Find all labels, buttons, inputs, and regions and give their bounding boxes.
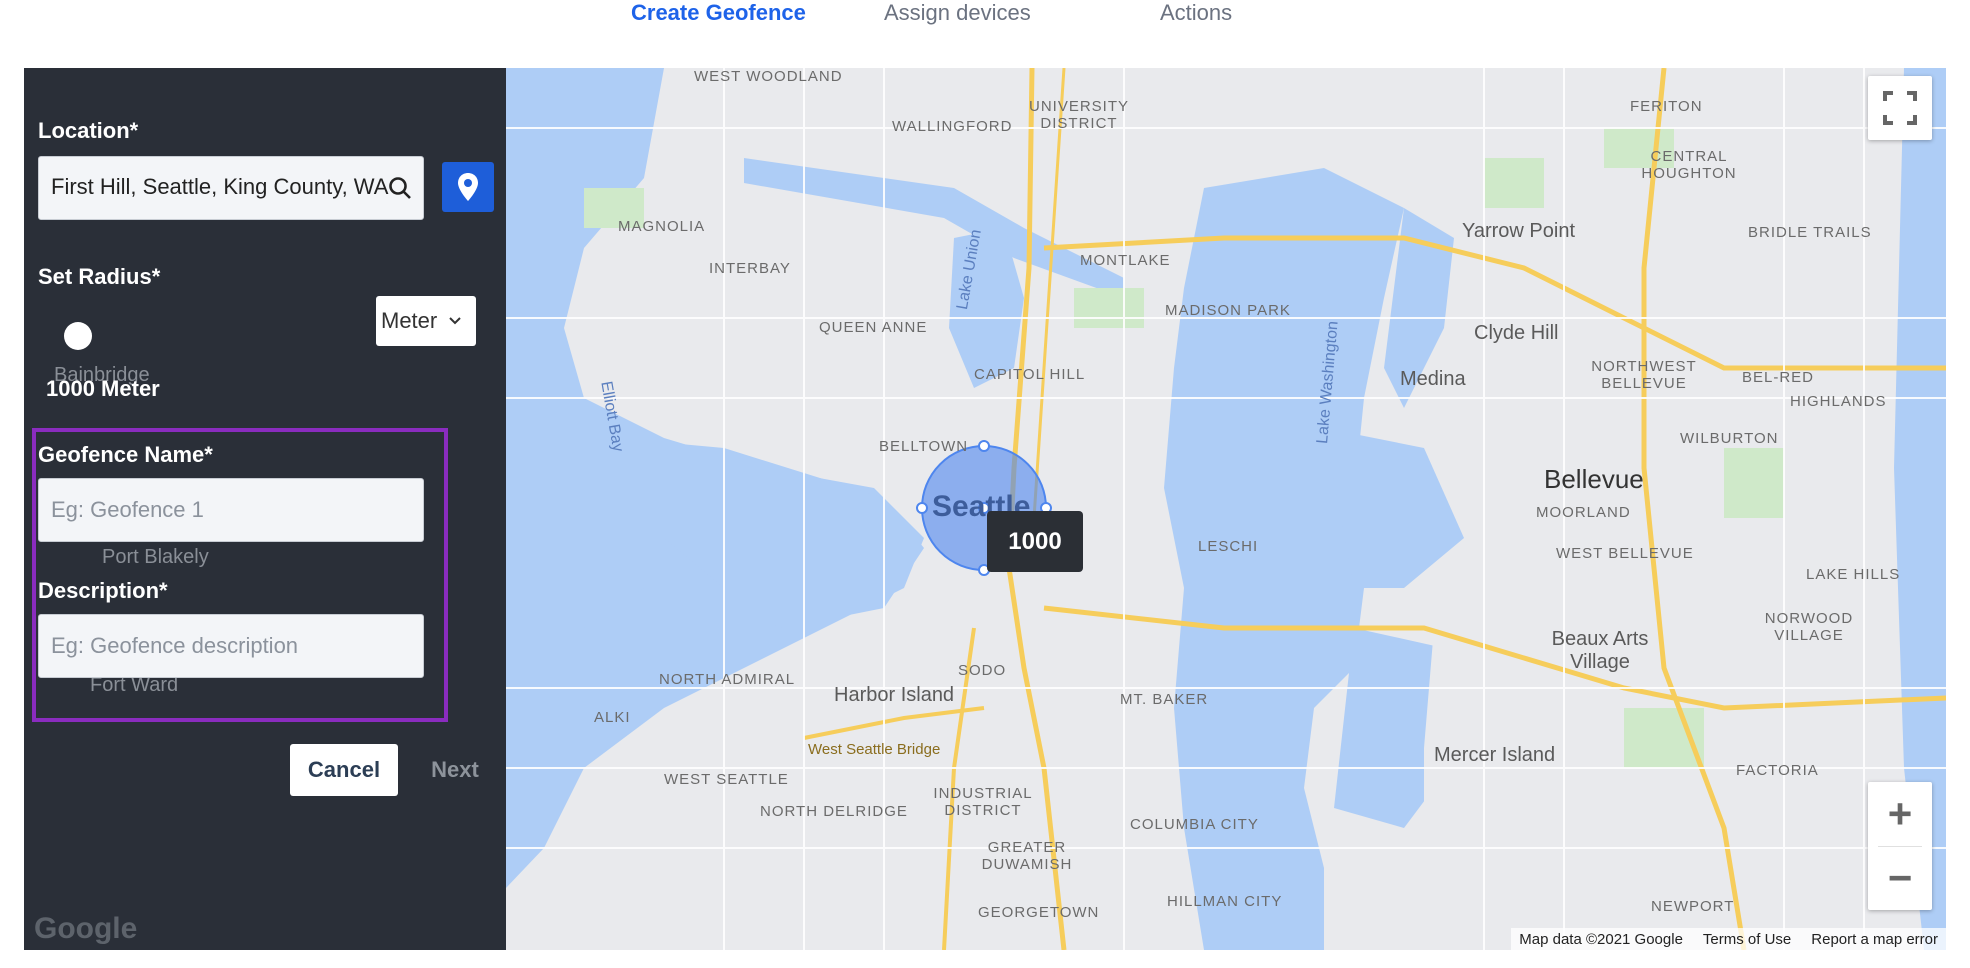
map-label-queen-anne: QUEEN ANNE xyxy=(819,319,928,336)
map-label-medina: Medina xyxy=(1400,368,1466,390)
search-icon[interactable] xyxy=(387,175,413,201)
map-label-hillman-city: HILLMAN CITY xyxy=(1167,893,1283,910)
map-label-montlake: MONTLAKE xyxy=(1080,252,1171,269)
fullscreen-button[interactable] xyxy=(1868,76,1932,140)
map-label-wilburton: WILBURTON xyxy=(1680,430,1779,447)
radius-tooltip-value: 1000 xyxy=(1008,527,1062,555)
map-label-moorland: MOORLAND xyxy=(1536,504,1631,521)
geofence-name-field[interactable] xyxy=(38,478,424,542)
google-logo: Google xyxy=(34,912,138,945)
map-label-industrial-district: INDUSTRIAL DISTRICT xyxy=(933,785,1033,819)
map-stage: MAGNOLIA INTERBAY QUEEN ANNE CAPITOL HIL… xyxy=(24,68,1946,950)
zoom-out-icon: − xyxy=(1887,854,1913,901)
geofence-form-panel: Bainbridge Port Blakely Fort Ward Google… xyxy=(24,68,506,950)
map-label-belltown: BELLTOWN xyxy=(879,438,969,455)
map-label-greater-duwamish: GREATER DUWAMISH xyxy=(981,839,1073,873)
map-label-north-delridge: NORTH DELRIDGE xyxy=(760,803,908,820)
map-label-bellevue: Bellevue xyxy=(1544,464,1644,494)
map-label-sodo: SODO xyxy=(958,662,1007,679)
map-label-bel-red: BEL-RED xyxy=(1742,369,1815,386)
map-pin-icon xyxy=(458,173,478,201)
tab-assign-devices[interactable]: Assign devices xyxy=(884,0,1031,26)
map-label-columbia-city: COLUMBIA CITY xyxy=(1130,816,1259,833)
radius-value-text: 1000 Meter xyxy=(46,376,160,401)
map-label-newport: NEWPORT xyxy=(1651,898,1735,915)
map-label-beaux-arts: Beaux Arts Village xyxy=(1551,628,1649,673)
location-input[interactable]: First Hill, Seattle, King County, WA xyxy=(38,156,424,220)
map-label-west-woodland: WEST WOODLAND xyxy=(694,68,843,85)
map-label-factoria: FACTORIA xyxy=(1736,762,1819,779)
chevron-down-icon xyxy=(449,317,461,325)
map-data-text: Map data ©2021 Google xyxy=(1519,930,1683,948)
map-label-magnolia: MAGNOLIA xyxy=(618,218,706,235)
map-label-central-houghton: CENTRAL HOUGHTON xyxy=(1641,148,1737,182)
zoom-out-button[interactable]: − xyxy=(1868,846,1932,910)
map-label-northwest-bellevue: NORTHWEST BELLEVUE xyxy=(1591,358,1697,392)
map-label-norwood-village: NORWOOD VILLAGE xyxy=(1764,610,1854,644)
wizard-tabs: Create Geofence Assign devices Actions xyxy=(0,0,1970,40)
tab-create-geofence[interactable]: Create Geofence xyxy=(631,0,806,26)
report-map-error-link[interactable]: Report a map error xyxy=(1811,931,1938,948)
map-label-bridle-trails: BRIDLE TRAILS xyxy=(1748,224,1872,241)
description-input[interactable] xyxy=(51,615,411,677)
unit-select-value: Meter xyxy=(381,308,438,333)
cancel-button[interactable]: Cancel xyxy=(290,744,398,796)
location-label: Location* xyxy=(38,118,139,143)
map-label-mt-baker: MT. BAKER xyxy=(1120,691,1209,708)
fullscreen-icon xyxy=(1883,91,1917,125)
map-label-wallingford: WALLINGFORD xyxy=(892,118,1013,135)
terms-of-use-link[interactable]: Terms of Use xyxy=(1703,931,1791,948)
map-label-west-seattle: WEST SEATTLE xyxy=(664,771,789,788)
description-field[interactable] xyxy=(38,614,424,678)
map-label-clyde-hill: Clyde Hill xyxy=(1474,322,1559,344)
map-label-yarrow-point: Yarrow Point xyxy=(1462,220,1576,242)
cancel-button-label: Cancel xyxy=(307,757,381,782)
map-label-north-admiral: NORTH ADMIRAL xyxy=(659,671,796,688)
map-label-georgetown: GEORGETOWN xyxy=(978,904,1100,921)
map-label-interbay: INTERBAY xyxy=(709,260,791,277)
tab-actions[interactable]: Actions xyxy=(1160,0,1232,26)
map-label-feriton: FERITON xyxy=(1630,98,1703,115)
map-label-alki: ALKI xyxy=(594,709,631,726)
zoom-in-icon: + xyxy=(1887,790,1913,837)
locate-button[interactable] xyxy=(442,162,494,212)
set-radius-label: Set Radius* xyxy=(38,264,161,289)
location-value: First Hill, Seattle, King County, WA xyxy=(51,174,389,199)
map-label-madison-park: MADISON PARK xyxy=(1165,302,1291,319)
map-label-harbor-island: Harbor Island xyxy=(834,684,955,706)
map-label-lake-hills: LAKE HILLS xyxy=(1806,566,1901,583)
next-button[interactable]: Next xyxy=(420,744,490,796)
description-label: Description* xyxy=(38,578,168,603)
map-label-west-seattle-bridge: West Seattle Bridge xyxy=(808,741,941,758)
map-label-highlands: HIGHLANDS xyxy=(1790,393,1887,410)
map-label-leschi: LESCHI xyxy=(1198,538,1259,555)
next-button-label: Next xyxy=(431,757,479,782)
map-label-capitol-hill: CAPITOL HILL xyxy=(974,366,1086,383)
zoom-control: + − xyxy=(1868,782,1932,910)
geofence-name-label: Geofence Name* xyxy=(38,442,213,467)
radius-slider-handle[interactable] xyxy=(64,322,92,350)
map-label-mercer-island: Mercer Island xyxy=(1434,744,1556,766)
map-attribution: Map data ©2021 Google Terms of Use Repor… xyxy=(1511,928,1946,950)
radius-tooltip: 1000 xyxy=(987,511,1083,572)
zoom-in-button[interactable]: + xyxy=(1868,782,1932,846)
map-label-west-bellevue: WEST BELLEVUE xyxy=(1556,545,1694,562)
map-label-university-district: UNIVERSITY DISTRICT xyxy=(1028,98,1129,132)
geofence-name-input[interactable] xyxy=(51,479,411,541)
unit-select[interactable]: Meter xyxy=(376,296,476,346)
